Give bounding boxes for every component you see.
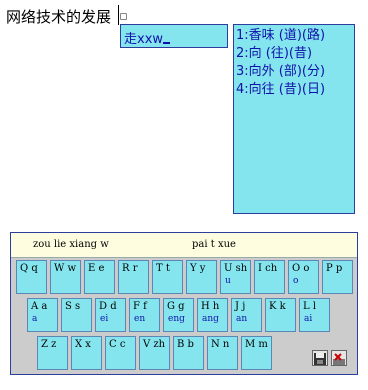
composition-cursor: [163, 42, 170, 44]
key-t[interactable]: T t: [152, 260, 183, 294]
key-label: K k: [269, 301, 286, 312]
candidate-window: 1:香味 (道)(路) 2:向 (往)(昔) 3:向外 (部)(分) 4:向往 …: [233, 24, 355, 214]
key-e[interactable]: E e: [84, 260, 115, 294]
clear-button[interactable]: [331, 350, 347, 366]
candidate-item-3[interactable]: 3:向外 (部)(分): [236, 63, 352, 81]
key-label: E e: [88, 263, 105, 274]
key-label: L l: [303, 301, 317, 312]
key-x[interactable]: X x: [71, 336, 102, 370]
key-label: T t: [156, 263, 170, 274]
key-z[interactable]: Z z: [37, 336, 68, 370]
key-u[interactable]: U sh u: [220, 260, 251, 294]
clear-icon: [333, 353, 345, 365]
composition-text: 走xxw: [124, 32, 164, 47]
key-b[interactable]: B b: [173, 336, 204, 370]
candidate-item-1[interactable]: 1:香味 (道)(路): [236, 27, 352, 45]
key-i[interactable]: I ch: [254, 260, 285, 294]
key-y[interactable]: Y y: [186, 260, 217, 294]
key-n[interactable]: N n: [207, 336, 238, 370]
key-label: W w: [54, 263, 77, 274]
key-final: ei: [100, 314, 109, 324]
key-c[interactable]: C c: [105, 336, 136, 370]
key-label: B b: [177, 339, 194, 350]
text-caret: [118, 5, 119, 25]
key-final: en: [134, 314, 146, 324]
key-m[interactable]: M m: [241, 336, 272, 370]
key-label: R r: [122, 263, 138, 274]
candidate-item-2[interactable]: 2:向 (往)(昔): [236, 45, 352, 63]
key-g[interactable]: G g eng: [163, 298, 194, 332]
pinyin-strip-left: zou lie xiang w: [33, 239, 109, 250]
key-j[interactable]: J j an: [231, 298, 262, 332]
key-d[interactable]: D d ei: [95, 298, 126, 332]
key-final: an: [236, 314, 248, 324]
candidate-item-4[interactable]: 4:向往 (昔)(日): [236, 81, 352, 99]
key-k[interactable]: K k: [265, 298, 296, 332]
key-label: X x: [75, 339, 91, 350]
key-label: J j: [235, 301, 246, 312]
key-label: A a: [31, 301, 48, 312]
key-final: ai: [304, 314, 313, 324]
key-w[interactable]: W w: [50, 260, 81, 294]
key-r[interactable]: R r: [118, 260, 149, 294]
key-label: G g: [167, 301, 185, 312]
key-final: u: [225, 276, 231, 286]
key-label: D d: [99, 301, 117, 312]
key-label: Z z: [41, 339, 57, 350]
key-label: P p: [326, 263, 343, 274]
key-l[interactable]: L l ai: [299, 298, 330, 332]
key-o[interactable]: O o o: [288, 260, 319, 294]
key-p[interactable]: P p: [322, 260, 353, 294]
composition-window: 走xxw: [120, 24, 228, 48]
key-label: S s: [65, 301, 81, 312]
key-label: V zh: [143, 339, 166, 350]
key-label: N n: [211, 339, 230, 350]
key-label: M m: [245, 339, 268, 350]
ime-anchor-icon: [120, 13, 127, 20]
key-label: C c: [109, 339, 126, 350]
key-label: I ch: [258, 263, 278, 274]
soft-keyboard: zou lie xiang w pai t xue Q q W w E e R r T …: [10, 232, 358, 375]
key-f[interactable]: F f en: [129, 298, 160, 332]
key-label: H h: [201, 301, 220, 312]
key-final: ang: [202, 314, 219, 324]
key-a[interactable]: A a a: [27, 298, 58, 332]
key-final: eng: [168, 314, 185, 324]
key-label: Y y: [190, 263, 206, 274]
document-text: 网络技术的发展: [6, 8, 112, 26]
pinyin-strip-right: pai t xue: [192, 239, 236, 250]
key-label: F f: [133, 301, 147, 312]
key-final: o: [293, 276, 299, 286]
key-h[interactable]: H h ang: [197, 298, 228, 332]
key-s[interactable]: S s: [61, 298, 92, 332]
save-button[interactable]: [312, 350, 328, 366]
key-final: a: [32, 314, 38, 324]
key-label: Q q: [20, 263, 38, 274]
pinyin-strip: zou lie xiang w pai t xue: [11, 233, 357, 258]
key-label: U sh: [224, 263, 248, 274]
save-icon: [314, 353, 326, 365]
key-v[interactable]: V zh: [139, 336, 170, 370]
key-label: O o: [292, 263, 310, 274]
key-q[interactable]: Q q: [16, 260, 47, 294]
